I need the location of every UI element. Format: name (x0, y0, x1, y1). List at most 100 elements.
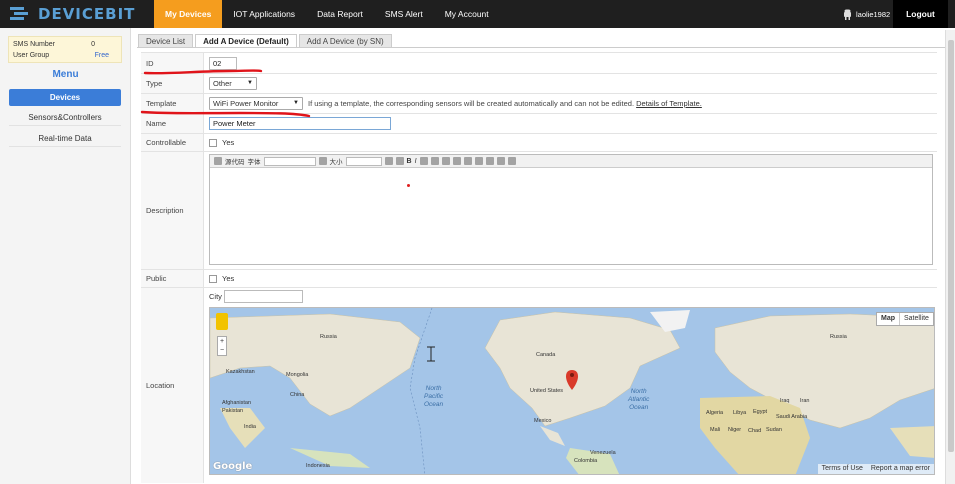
public-option: Yes (222, 274, 235, 283)
type-label: Type (141, 74, 204, 93)
top-navbar: DEVICEBIT My Devices IOT Applications Da… (0, 0, 955, 28)
map-type-map-button[interactable]: Map (877, 313, 900, 325)
paste-word-icon[interactable] (507, 157, 516, 165)
android-icon (844, 9, 851, 20)
label-pakistan: Pakistan (222, 408, 244, 414)
font-family-select[interactable] (263, 156, 316, 166)
tab-add-device-default[interactable]: Add A Device (Default) (195, 34, 297, 48)
template-note-text: If using a template, the corresponding s… (308, 99, 635, 108)
logo-text: DEVICEBIT (38, 5, 136, 23)
label-india: India (244, 424, 256, 430)
template-label: Template (141, 94, 204, 113)
unordered-list-icon[interactable] (430, 157, 439, 165)
scrollbar-thumb[interactable] (948, 40, 954, 452)
sidebar-item-sensors-controllers[interactable]: Sensors&Controllers (9, 109, 121, 126)
controllable-checkbox[interactable] (209, 138, 217, 147)
sidebar: SMS Number 0 User Group Free Menu Device… (0, 28, 131, 484)
label-russia-left: Russia (320, 334, 337, 340)
source-code-button[interactable]: 源代码 (225, 156, 245, 166)
user-info[interactable]: laolie1982 (843, 0, 890, 28)
name-input[interactable]: Power Meter (209, 117, 391, 130)
bold-icon[interactable]: B (407, 158, 412, 165)
zoom-out-button[interactable]: − (218, 346, 226, 355)
public-checkbox[interactable] (209, 274, 217, 283)
user-group-row: User Group Free (13, 50, 117, 61)
add-device-form: ID 02 Type Other ▼ Template WiFi Power M… (141, 52, 937, 484)
street-view-pegman-icon[interactable] (216, 313, 228, 330)
type-select[interactable]: Other ▼ (209, 77, 257, 90)
paste-icon[interactable] (485, 157, 494, 165)
font-size-select[interactable] (345, 156, 382, 166)
id-input[interactable]: 02 (209, 56, 237, 70)
city-input[interactable] (224, 290, 303, 303)
template-select[interactable]: WiFi Power Monitor ▼ (209, 97, 303, 110)
sms-number-label: SMS Number (13, 41, 56, 48)
label-saudi: Saudi Arabia (776, 414, 808, 420)
public-row: Public Yes (141, 270, 937, 288)
nav-my-devices[interactable]: My Devices (154, 0, 223, 28)
label-north-pacific: North Pacific Ocean (424, 385, 444, 408)
italic-icon[interactable]: I (415, 158, 417, 165)
chevron-down-icon: ▼ (247, 80, 253, 86)
user-group-value[interactable]: Free (95, 50, 109, 61)
map-type-toggle: Map Satellite (876, 312, 934, 326)
description-row: Description 源代码 字体 大小 B I (141, 152, 937, 270)
report-map-error-link[interactable]: Report a map error (867, 464, 934, 474)
google-logo[interactable]: Google (213, 461, 252, 472)
map-type-satellite-button[interactable]: Satellite (900, 313, 933, 325)
page-scrollbar[interactable] (945, 30, 955, 484)
text-cursor-icon (427, 346, 435, 362)
main-nav: My Devices IOT Applications Data Report … (154, 0, 500, 28)
device-tabs: Device List Add A Device (Default) Add A… (138, 34, 394, 48)
cursor-dot (407, 184, 410, 187)
zoom-in-button[interactable]: + (218, 337, 226, 346)
nav-sms-alert[interactable]: SMS Alert (374, 0, 434, 28)
ordered-list-icon[interactable] (419, 157, 428, 165)
tab-add-device-by-sn[interactable]: Add A Device (by SN) (298, 34, 392, 48)
label-kazakhstan: Kazakhstan (226, 369, 255, 375)
background-color-icon[interactable] (395, 157, 404, 165)
label-russia-right: Russia (830, 334, 847, 340)
template-details-link[interactable]: Details of Template. (636, 99, 702, 108)
source-icon[interactable] (214, 157, 222, 165)
sms-number-row: SMS Number 0 (13, 39, 117, 50)
label-colombia: Colombia (574, 458, 598, 464)
font-label: 字体 (247, 159, 261, 166)
tab-device-list[interactable]: Device List (138, 34, 194, 48)
label-niger: Niger (728, 427, 742, 433)
label-egypt: Egypt (753, 409, 768, 415)
terms-of-use-link[interactable]: Terms of Use (818, 464, 867, 474)
logout-button[interactable]: Logout (893, 0, 948, 28)
label-afghanistan: Afghanistan (222, 400, 252, 406)
nav-data-report[interactable]: Data Report (306, 0, 374, 28)
map-footer: Terms of Use Report a map error (817, 464, 934, 474)
label-mali: Mali (710, 427, 721, 433)
rich-text-editor: 源代码 字体 大小 B I (209, 154, 933, 265)
label-venezuela: Venezuela (590, 450, 616, 456)
location-map[interactable]: North Pacific Ocean North Atlantic Ocean Can… (209, 307, 935, 475)
label-sudan: Sudan (766, 427, 782, 433)
controllable-option: Yes (222, 138, 235, 147)
name-row: Name Power Meter (141, 114, 937, 134)
label-canada: Canada (536, 352, 556, 358)
copy-icon[interactable] (474, 157, 483, 165)
text-color-icon[interactable] (384, 157, 393, 165)
sidebar-item-realtime-data[interactable]: Real-time Data (9, 130, 121, 147)
nav-iot-applications[interactable]: IOT Applications (222, 0, 306, 28)
label-chad: Chad (748, 428, 762, 434)
name-label: Name (141, 114, 204, 133)
zoom-control: + − (217, 336, 227, 356)
label-mexico: Mexico (534, 418, 552, 424)
link-icon[interactable] (441, 157, 450, 165)
chevron-down-icon: ▼ (293, 100, 299, 106)
paste-text-icon[interactable] (496, 157, 505, 165)
template-row: Template WiFi Power Monitor ▼ If using a… (141, 94, 937, 114)
controllable-row: Controllable Yes (141, 134, 937, 152)
sidebar-item-devices[interactable]: Devices (9, 89, 121, 106)
unlink-icon[interactable] (452, 157, 461, 165)
label-mongolia: Mongolia (286, 372, 309, 378)
devicebit-logo[interactable]: DEVICEBIT (10, 5, 135, 23)
nav-my-account[interactable]: My Account (434, 0, 500, 28)
logo-mark-icon (10, 7, 36, 21)
cut-icon[interactable] (463, 157, 472, 165)
